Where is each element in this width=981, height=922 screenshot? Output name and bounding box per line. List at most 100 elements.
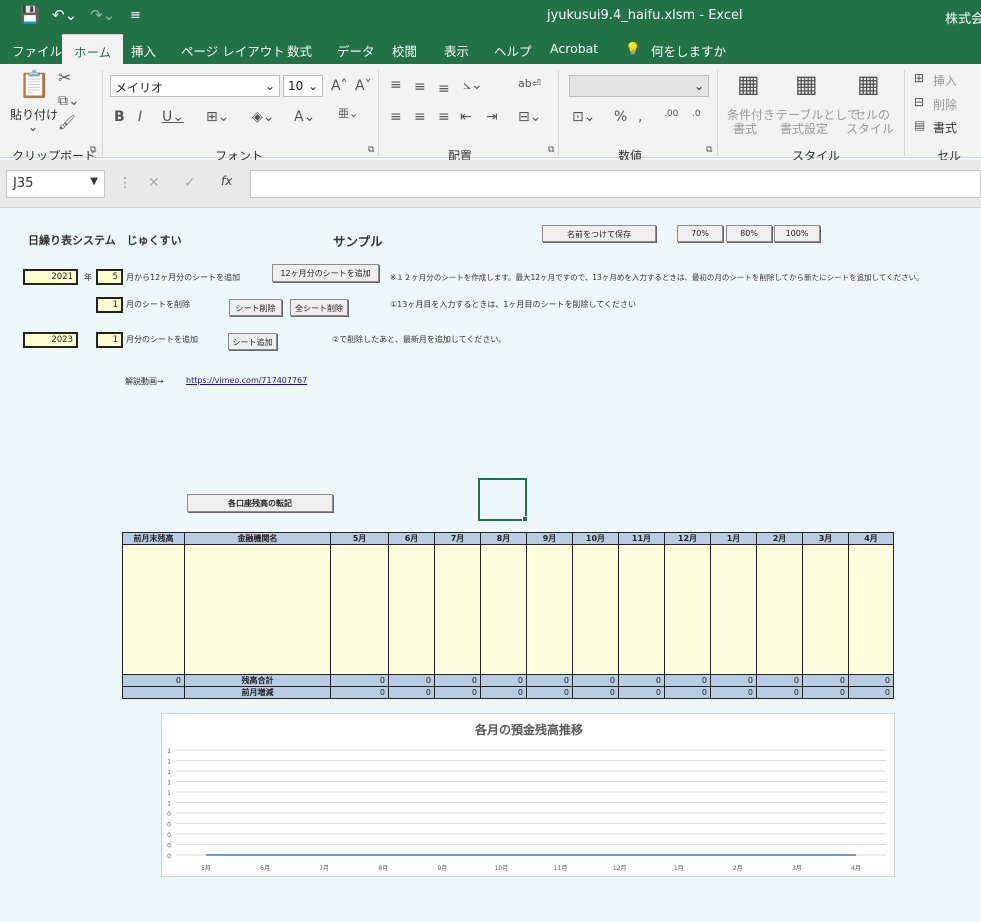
delete-sheet-button[interactable]: シート削除: [229, 299, 282, 316]
table-cell[interactable]: [434, 544, 481, 675]
table-cell[interactable]: [618, 544, 665, 675]
font-name-select[interactable]: メイリオ ⌄: [110, 75, 280, 97]
align-right-icon[interactable]: ≡: [438, 110, 450, 124]
paste-dropdown-icon[interactable]: ⌄: [28, 120, 38, 134]
total-cell[interactable]: 0: [480, 674, 527, 687]
total-cell[interactable]: 0: [572, 674, 619, 687]
decrease-indent-icon[interactable]: ⇤: [460, 110, 472, 124]
total-cell[interactable]: 0: [710, 674, 757, 687]
tab-data[interactable]: データ: [337, 41, 375, 60]
delete-cells-button[interactable]: 削除: [933, 96, 957, 113]
tab-view[interactable]: 表示: [444, 41, 469, 60]
align-middle-icon[interactable]: ≡: [414, 80, 426, 94]
table-cell[interactable]: [330, 544, 389, 675]
total-cell[interactable]: 0: [664, 674, 711, 687]
zoom-70-button[interactable]: 70%: [677, 225, 723, 242]
total-cell[interactable]: 0: [618, 674, 665, 687]
diff-cell[interactable]: 0: [526, 686, 573, 699]
save-as-button[interactable]: 名前をつけて保存: [542, 225, 656, 242]
diff-cell[interactable]: 0: [480, 686, 527, 699]
prev-total-cell[interactable]: 0: [122, 674, 185, 687]
bold-icon[interactable]: B: [114, 110, 125, 124]
cancel-icon[interactable]: ✕: [148, 176, 160, 190]
total-cell[interactable]: 0: [802, 674, 849, 687]
diff-cell[interactable]: 0: [388, 686, 435, 699]
delete-cells-icon[interactable]: ⊟: [914, 96, 924, 108]
fill-color-icon[interactable]: ◈⌄: [252, 110, 275, 124]
total-cell[interactable]: 0: [434, 674, 481, 687]
enter-icon[interactable]: ✓: [184, 176, 196, 190]
format-painter-icon[interactable]: 🖌: [58, 116, 76, 130]
formula-input[interactable]: [250, 170, 981, 198]
total-cell[interactable]: 0: [848, 674, 894, 687]
save-icon[interactable]: 💾: [20, 5, 40, 24]
delete-month-input[interactable]: 1: [96, 297, 123, 313]
table-cell[interactable]: [480, 544, 527, 675]
fill-handle[interactable]: [522, 516, 528, 522]
diff-cell[interactable]: 0: [330, 686, 389, 699]
table-cell[interactable]: [388, 544, 435, 675]
zoom-80-button[interactable]: 80%: [726, 225, 772, 242]
table-cell[interactable]: [572, 544, 619, 675]
diff-cell[interactable]: 0: [756, 686, 803, 699]
increase-indent-icon[interactable]: ⇥: [486, 110, 498, 124]
tell-me-search[interactable]: 何をしますか: [651, 41, 726, 60]
video-link[interactable]: https://vimeo.com/717407767: [186, 376, 307, 385]
customize-qat-icon[interactable]: ≡: [130, 8, 141, 23]
tab-help[interactable]: ヘルプ: [494, 41, 532, 60]
accounting-format-icon[interactable]: ⊡⌄: [572, 110, 595, 124]
add-sheet-button[interactable]: シート追加: [228, 333, 277, 350]
balance-chart[interactable]: 各月の預金残高推移 1 1 1 1 1 1 0 0 0 0 0 5月 6月 7月 8月 9月 10月 11月 12月…: [161, 713, 895, 877]
paste-icon[interactable]: 📋: [18, 72, 50, 98]
italic-icon[interactable]: I: [138, 110, 142, 124]
transfer-balance-button[interactable]: 各口座残高の転記: [187, 494, 333, 512]
font-color-icon[interactable]: A⌄: [294, 110, 315, 124]
percent-icon[interactable]: %: [614, 110, 627, 124]
undo-icon[interactable]: ↶⌄: [52, 6, 77, 24]
table-cell[interactable]: [526, 544, 573, 675]
format-as-table-button-line2[interactable]: 書式設定: [780, 120, 828, 137]
start-month-input[interactable]: 5: [96, 269, 123, 285]
table-cell[interactable]: [802, 544, 849, 675]
add-12-sheets-button[interactable]: 12ヶ月分のシートを追加: [272, 264, 379, 282]
align-top-icon[interactable]: ≡: [390, 78, 402, 92]
tab-file[interactable]: ファイル: [12, 41, 62, 60]
redo-icon[interactable]: ↷⌄: [90, 6, 115, 24]
table-cell[interactable]: [756, 544, 803, 675]
start-year-input[interactable]: 2021: [23, 269, 78, 285]
cut-icon[interactable]: ✂: [58, 70, 71, 86]
wrap-text-icon[interactable]: ab⏎: [518, 78, 541, 89]
orientation-icon[interactable]: ⦣⌄: [463, 78, 483, 92]
diff-cell[interactable]: 0: [434, 686, 481, 699]
copy-icon[interactable]: ⧉⌄: [58, 94, 80, 108]
underline-icon[interactable]: U⌄: [162, 110, 184, 124]
format-as-table-icon[interactable]: ▦: [795, 72, 818, 96]
total-cell[interactable]: 0: [388, 674, 435, 687]
conditional-format-icon[interactable]: ▦: [737, 72, 760, 96]
account-name[interactable]: 株式会: [945, 8, 981, 27]
zoom-100-button[interactable]: 100%: [774, 225, 820, 242]
diff-cell[interactable]: 0: [802, 686, 849, 699]
conditional-format-button-line2[interactable]: 書式: [733, 120, 757, 137]
add-month-input[interactable]: 1: [96, 332, 123, 348]
increase-font-icon[interactable]: A˄: [331, 79, 348, 93]
align-center-icon[interactable]: ≡: [414, 110, 426, 124]
diff-cell[interactable]: 0: [664, 686, 711, 699]
diff-cell[interactable]: 0: [618, 686, 665, 699]
delete-all-sheets-button[interactable]: 全シート削除: [290, 299, 348, 316]
border-icon[interactable]: ⊞⌄: [206, 110, 229, 124]
dialog-launcher-icon[interactable]: ⧉: [368, 146, 374, 155]
diff-cell[interactable]: 0: [848, 686, 894, 699]
total-cell[interactable]: 0: [526, 674, 573, 687]
tab-acrobat[interactable]: Acrobat: [550, 41, 598, 56]
decrease-decimal-icon[interactable]: .0: [692, 110, 701, 119]
table-cell[interactable]: [184, 544, 331, 675]
align-bottom-icon[interactable]: ≡: [438, 82, 450, 96]
merge-center-icon[interactable]: ⊟⌄: [518, 110, 541, 124]
table-cell[interactable]: [664, 544, 711, 675]
table-cell[interactable]: [122, 544, 185, 675]
table-cell[interactable]: [710, 544, 757, 675]
insert-function-icon[interactable]: fx: [221, 175, 232, 187]
tab-home[interactable]: ホーム: [62, 34, 124, 64]
total-cell[interactable]: 0: [756, 674, 803, 687]
